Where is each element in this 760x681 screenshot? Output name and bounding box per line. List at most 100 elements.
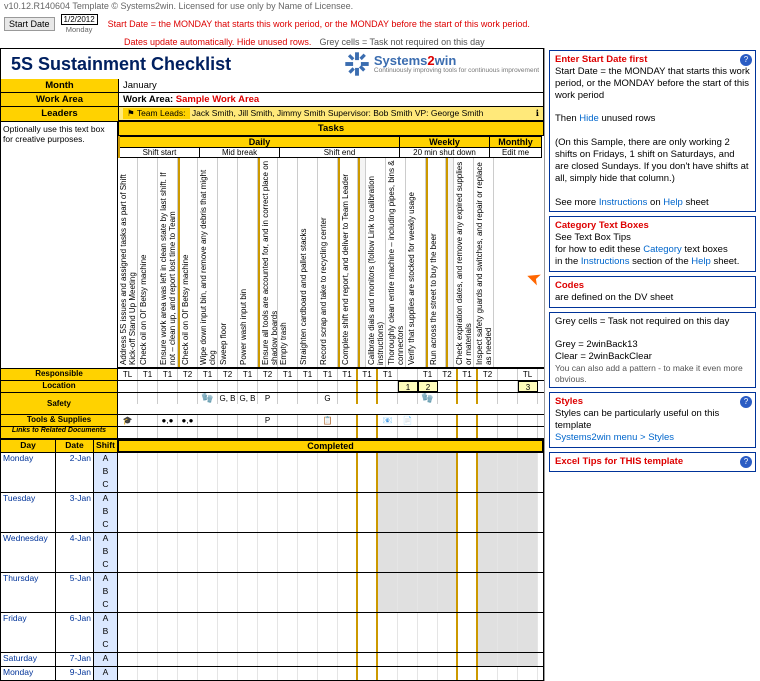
sched-cell[interactable] bbox=[118, 586, 138, 599]
sched-cell[interactable] bbox=[398, 559, 418, 572]
sched-cell[interactable] bbox=[358, 586, 378, 599]
sched-cell[interactable] bbox=[278, 479, 298, 492]
sched-cell[interactable] bbox=[158, 519, 178, 532]
sched-shift[interactable]: B bbox=[94, 586, 118, 599]
cell[interactable]: T1 bbox=[298, 369, 318, 380]
sched-cell[interactable] bbox=[418, 453, 438, 466]
cell[interactable] bbox=[158, 427, 178, 438]
sched-cell[interactable] bbox=[138, 466, 158, 479]
cell[interactable] bbox=[158, 381, 178, 392]
cell[interactable] bbox=[398, 393, 418, 404]
sched-cell[interactable] bbox=[158, 533, 178, 546]
sched-cell[interactable] bbox=[358, 533, 378, 546]
sched-cell[interactable] bbox=[118, 613, 138, 626]
sched-cell[interactable] bbox=[398, 639, 418, 652]
cell[interactable] bbox=[238, 415, 258, 426]
sched-cell[interactable] bbox=[498, 653, 518, 666]
sched-cell[interactable] bbox=[238, 466, 258, 479]
sched-cell[interactable] bbox=[478, 533, 498, 546]
sched-cell[interactable] bbox=[398, 546, 418, 559]
cell[interactable]: T2 bbox=[438, 369, 458, 380]
sched-cell[interactable] bbox=[398, 586, 418, 599]
sched-cell[interactable] bbox=[258, 493, 278, 506]
sched-cell[interactable] bbox=[518, 533, 538, 546]
sched-cell[interactable] bbox=[238, 559, 258, 572]
sched-cell[interactable] bbox=[498, 586, 518, 599]
sched-cell[interactable] bbox=[218, 559, 238, 572]
sched-cell[interactable] bbox=[238, 667, 258, 680]
sched-cell[interactable] bbox=[498, 667, 518, 680]
cell[interactable]: 🧤 bbox=[198, 393, 218, 404]
sched-cell[interactable] bbox=[478, 573, 498, 586]
sched-cell[interactable] bbox=[338, 573, 358, 586]
sched-cell[interactable] bbox=[358, 573, 378, 586]
sched-cell[interactable] bbox=[178, 519, 198, 532]
sched-cell[interactable] bbox=[358, 493, 378, 506]
cell[interactable] bbox=[278, 415, 298, 426]
sched-cell[interactable] bbox=[118, 559, 138, 572]
sched-cell[interactable] bbox=[418, 519, 438, 532]
sched-cell[interactable] bbox=[318, 533, 338, 546]
cell[interactable] bbox=[458, 415, 478, 426]
sched-cell[interactable] bbox=[158, 479, 178, 492]
sched-cell[interactable] bbox=[358, 639, 378, 652]
sched-cell[interactable] bbox=[478, 546, 498, 559]
sched-cell[interactable] bbox=[218, 586, 238, 599]
sched-shift[interactable]: B bbox=[94, 546, 118, 559]
sched-cell[interactable] bbox=[498, 613, 518, 626]
sched-cell[interactable] bbox=[518, 599, 538, 612]
sched-shift[interactable]: B bbox=[94, 506, 118, 519]
sched-cell[interactable] bbox=[298, 453, 318, 466]
sched-shift[interactable]: C bbox=[94, 479, 118, 492]
sched-cell[interactable] bbox=[298, 533, 318, 546]
sched-shift[interactable]: A bbox=[94, 493, 118, 506]
sched-cell[interactable] bbox=[338, 586, 358, 599]
cell[interactable] bbox=[358, 427, 378, 438]
sched-cell[interactable] bbox=[278, 493, 298, 506]
sched-cell[interactable] bbox=[138, 559, 158, 572]
sched-cell[interactable] bbox=[238, 639, 258, 652]
sched-cell[interactable] bbox=[298, 613, 318, 626]
sched-cell[interactable] bbox=[478, 639, 498, 652]
sched-cell[interactable] bbox=[178, 599, 198, 612]
sched-cell[interactable] bbox=[478, 626, 498, 639]
sched-cell[interactable] bbox=[218, 573, 238, 586]
sched-cell[interactable] bbox=[418, 653, 438, 666]
sched-cell[interactable] bbox=[158, 653, 178, 666]
sched-cell[interactable] bbox=[318, 639, 338, 652]
sched-cell[interactable] bbox=[158, 453, 178, 466]
sched-cell[interactable] bbox=[418, 573, 438, 586]
cell[interactable] bbox=[138, 415, 158, 426]
help-link[interactable]: Systems2win menu > Styles bbox=[555, 432, 750, 444]
sched-cell[interactable] bbox=[178, 479, 198, 492]
sched-cell[interactable] bbox=[158, 573, 178, 586]
sched-cell[interactable] bbox=[218, 479, 238, 492]
sched-cell[interactable] bbox=[278, 586, 298, 599]
sched-cell[interactable] bbox=[258, 519, 278, 532]
sched-cell[interactable] bbox=[158, 626, 178, 639]
sched-cell[interactable] bbox=[398, 653, 418, 666]
sched-cell[interactable] bbox=[198, 546, 218, 559]
sched-cell[interactable] bbox=[218, 519, 238, 532]
cell[interactable] bbox=[298, 393, 318, 404]
sched-cell[interactable] bbox=[158, 613, 178, 626]
sched-cell[interactable] bbox=[238, 546, 258, 559]
cell[interactable]: P bbox=[258, 415, 278, 426]
sched-cell[interactable] bbox=[358, 626, 378, 639]
sched-cell[interactable] bbox=[418, 506, 438, 519]
cell[interactable] bbox=[458, 393, 478, 404]
cell[interactable] bbox=[218, 415, 238, 426]
sched-cell[interactable] bbox=[238, 653, 258, 666]
sched-shift[interactable]: A bbox=[94, 453, 118, 466]
sched-cell[interactable] bbox=[438, 533, 458, 546]
sched-cell[interactable] bbox=[338, 559, 358, 572]
sched-cell[interactable] bbox=[258, 613, 278, 626]
sched-cell[interactable] bbox=[338, 479, 358, 492]
cell[interactable] bbox=[298, 381, 318, 392]
cell[interactable] bbox=[218, 427, 238, 438]
cell[interactable]: T1 bbox=[378, 369, 398, 380]
sched-cell[interactable] bbox=[498, 519, 518, 532]
cell[interactable]: T1 bbox=[338, 369, 358, 380]
sched-cell[interactable] bbox=[298, 559, 318, 572]
sched-cell[interactable] bbox=[358, 599, 378, 612]
